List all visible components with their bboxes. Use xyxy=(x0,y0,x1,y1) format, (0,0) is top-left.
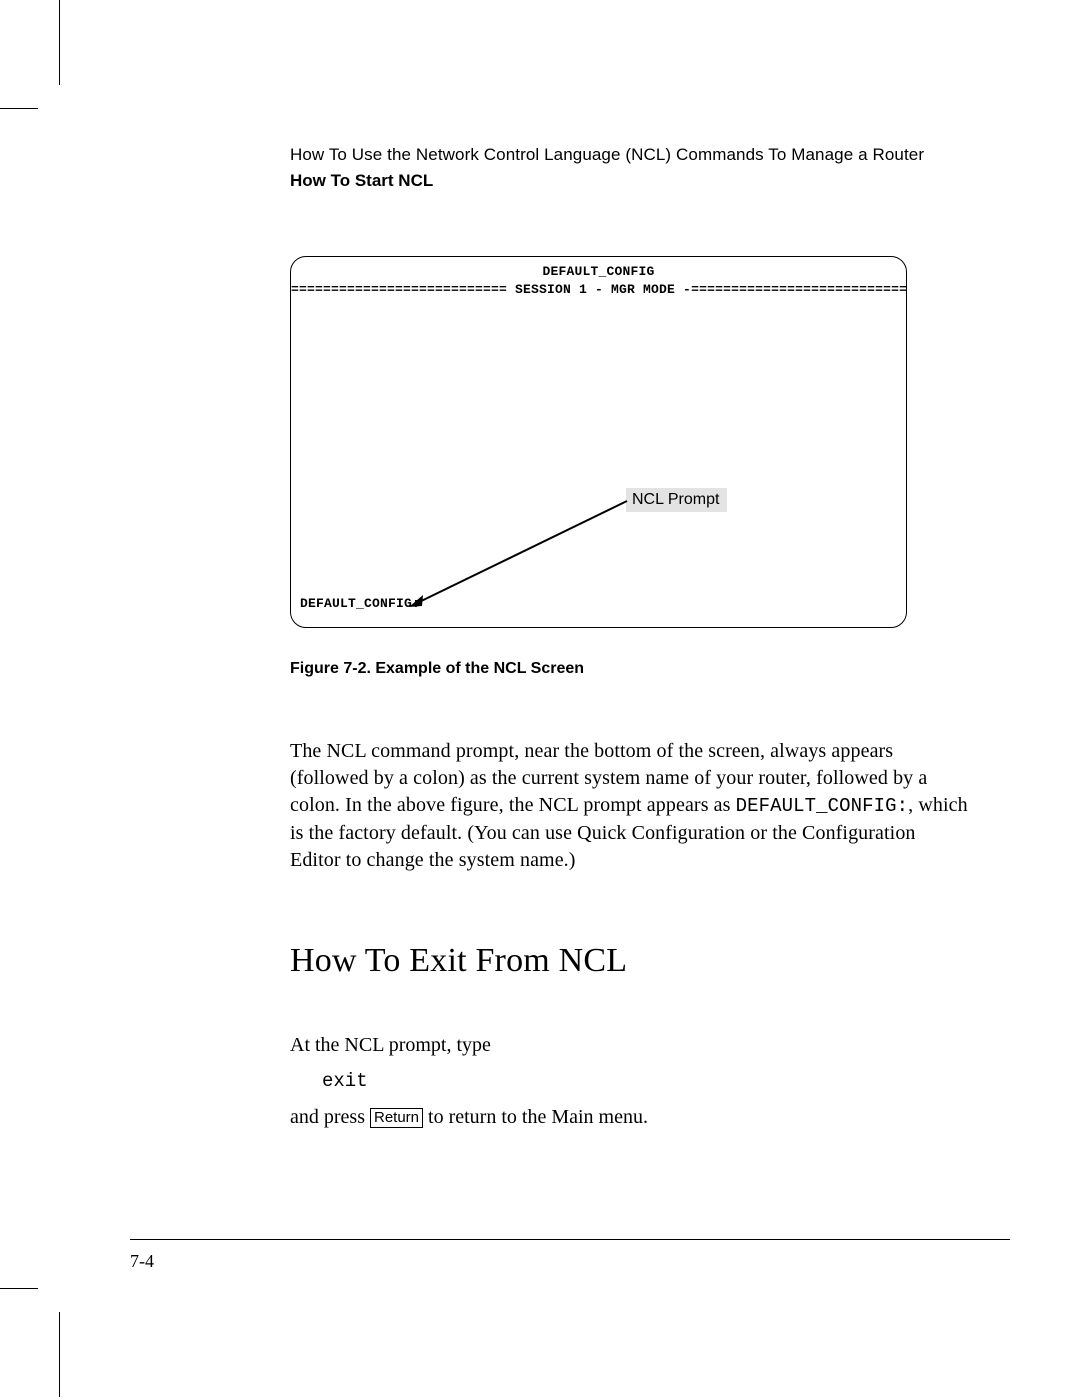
instruction-line3-post: to return to the Main menu. xyxy=(423,1106,648,1128)
exit-command: exit xyxy=(322,1067,1012,1096)
figure-7-2: DEFAULT_CONFIG =========================… xyxy=(290,256,1012,678)
page-header: How To Use the Network Control Language … xyxy=(290,145,1012,191)
callout-ncl-prompt: NCL Prompt xyxy=(626,488,727,512)
callout-arrow-icon xyxy=(409,497,629,609)
crop-mark xyxy=(0,108,38,109)
para-inline-code: DEFAULT_CONFIG: xyxy=(736,795,909,817)
ncl-screen-box: DEFAULT_CONFIG =========================… xyxy=(290,256,907,628)
screen-separator: =========================== SESSION 1 - … xyxy=(291,282,906,299)
crop-mark xyxy=(59,1312,60,1397)
return-keycap: Return xyxy=(370,1108,423,1128)
page-number: 7-4 xyxy=(130,1251,154,1272)
crop-mark xyxy=(59,0,60,85)
footer-rule xyxy=(130,1239,1010,1240)
figure-caption: Figure 7-2. Example of the NCL Screen xyxy=(290,660,1012,678)
chapter-title: How To Use the Network Control Language … xyxy=(290,145,1012,165)
screen-prompt: DEFAULT_CONFIG: xyxy=(300,596,420,611)
body-paragraph: The NCL command prompt, near the bottom … xyxy=(290,738,970,874)
instruction-line3-pre: and press xyxy=(290,1106,370,1128)
section-title: How To Start NCL xyxy=(290,171,1012,191)
page-content: How To Use the Network Control Language … xyxy=(130,55,1012,1310)
instruction-line1: At the NCL prompt, type xyxy=(290,1034,491,1056)
crop-mark xyxy=(0,1288,38,1289)
section-heading-exit-ncl: How To Exit From NCL xyxy=(290,942,1012,980)
screen-title: DEFAULT_CONFIG xyxy=(291,257,906,279)
exit-instructions: At the NCL prompt, type exit and press R… xyxy=(290,1030,1012,1133)
